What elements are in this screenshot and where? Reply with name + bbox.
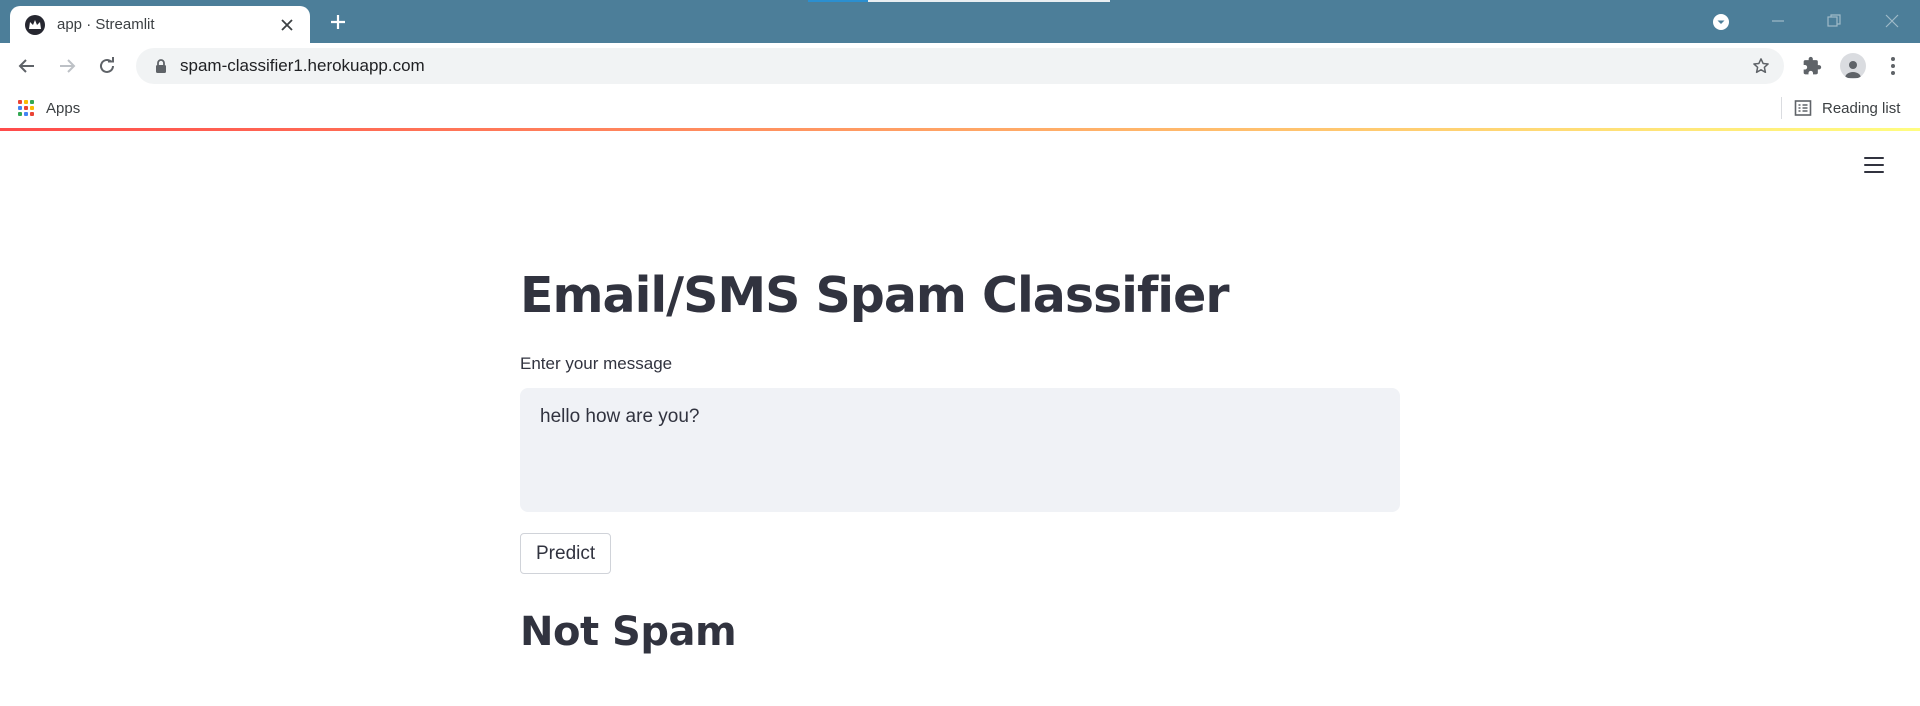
browser-title-bar: app · Streamlit [0, 0, 1920, 43]
reading-list-icon [1794, 100, 1812, 116]
avatar [1840, 53, 1866, 79]
bookmarks-bar: Apps Reading list [0, 88, 1920, 128]
tab-strip-highlight [808, 0, 868, 2]
streamlit-app: Email/SMS Spam Classifier Enter your mes… [0, 131, 1920, 706]
tab-title: app · Streamlit [57, 16, 155, 33]
window-close-icon[interactable] [1872, 6, 1912, 36]
message-input-label: Enter your message [520, 354, 673, 373]
close-icon[interactable] [274, 12, 300, 38]
minimize-icon[interactable] [1758, 6, 1798, 36]
browser-toolbar: spam-classifier1.herokuapp.com [0, 43, 1920, 88]
puzzle-icon[interactable] [1797, 51, 1827, 81]
bookmarks-divider [1781, 97, 1782, 119]
back-arrow-icon[interactable] [11, 50, 43, 82]
reload-icon[interactable] [91, 50, 123, 82]
maximize-icon[interactable] [1814, 6, 1854, 36]
more-vert-icon[interactable] [1878, 51, 1908, 81]
reading-list-label: Reading list [1822, 99, 1901, 117]
message-input[interactable]: hello how are you? [520, 388, 1400, 512]
browser-tab-active[interactable]: app · Streamlit [10, 6, 310, 43]
tab-strip-highlight [868, 0, 1110, 2]
lock-icon[interactable] [152, 57, 170, 75]
streamlit-favicon [25, 14, 45, 35]
hamburger-menu-icon[interactable] [1862, 153, 1886, 177]
apps-label: Apps [46, 99, 81, 117]
plus-icon[interactable] [324, 8, 352, 36]
url-text[interactable]: spam-classifier1.herokuapp.com [180, 56, 1746, 76]
apps-grid-icon [18, 100, 34, 116]
profile-icon[interactable] [1838, 51, 1868, 81]
reading-list-button[interactable]: Reading list [1794, 96, 1900, 120]
forward-arrow-icon[interactable] [51, 50, 83, 82]
address-bar[interactable]: spam-classifier1.herokuapp.com [136, 48, 1784, 84]
star-icon[interactable] [1746, 51, 1776, 81]
apps-bookmark[interactable]: Apps [18, 96, 80, 120]
predict-button[interactable]: Predict [520, 533, 612, 574]
tab-search-icon[interactable] [1709, 10, 1733, 34]
prediction-result: Not Spam [520, 609, 737, 655]
page-title: Email/SMS Spam Classifier [520, 267, 1229, 324]
